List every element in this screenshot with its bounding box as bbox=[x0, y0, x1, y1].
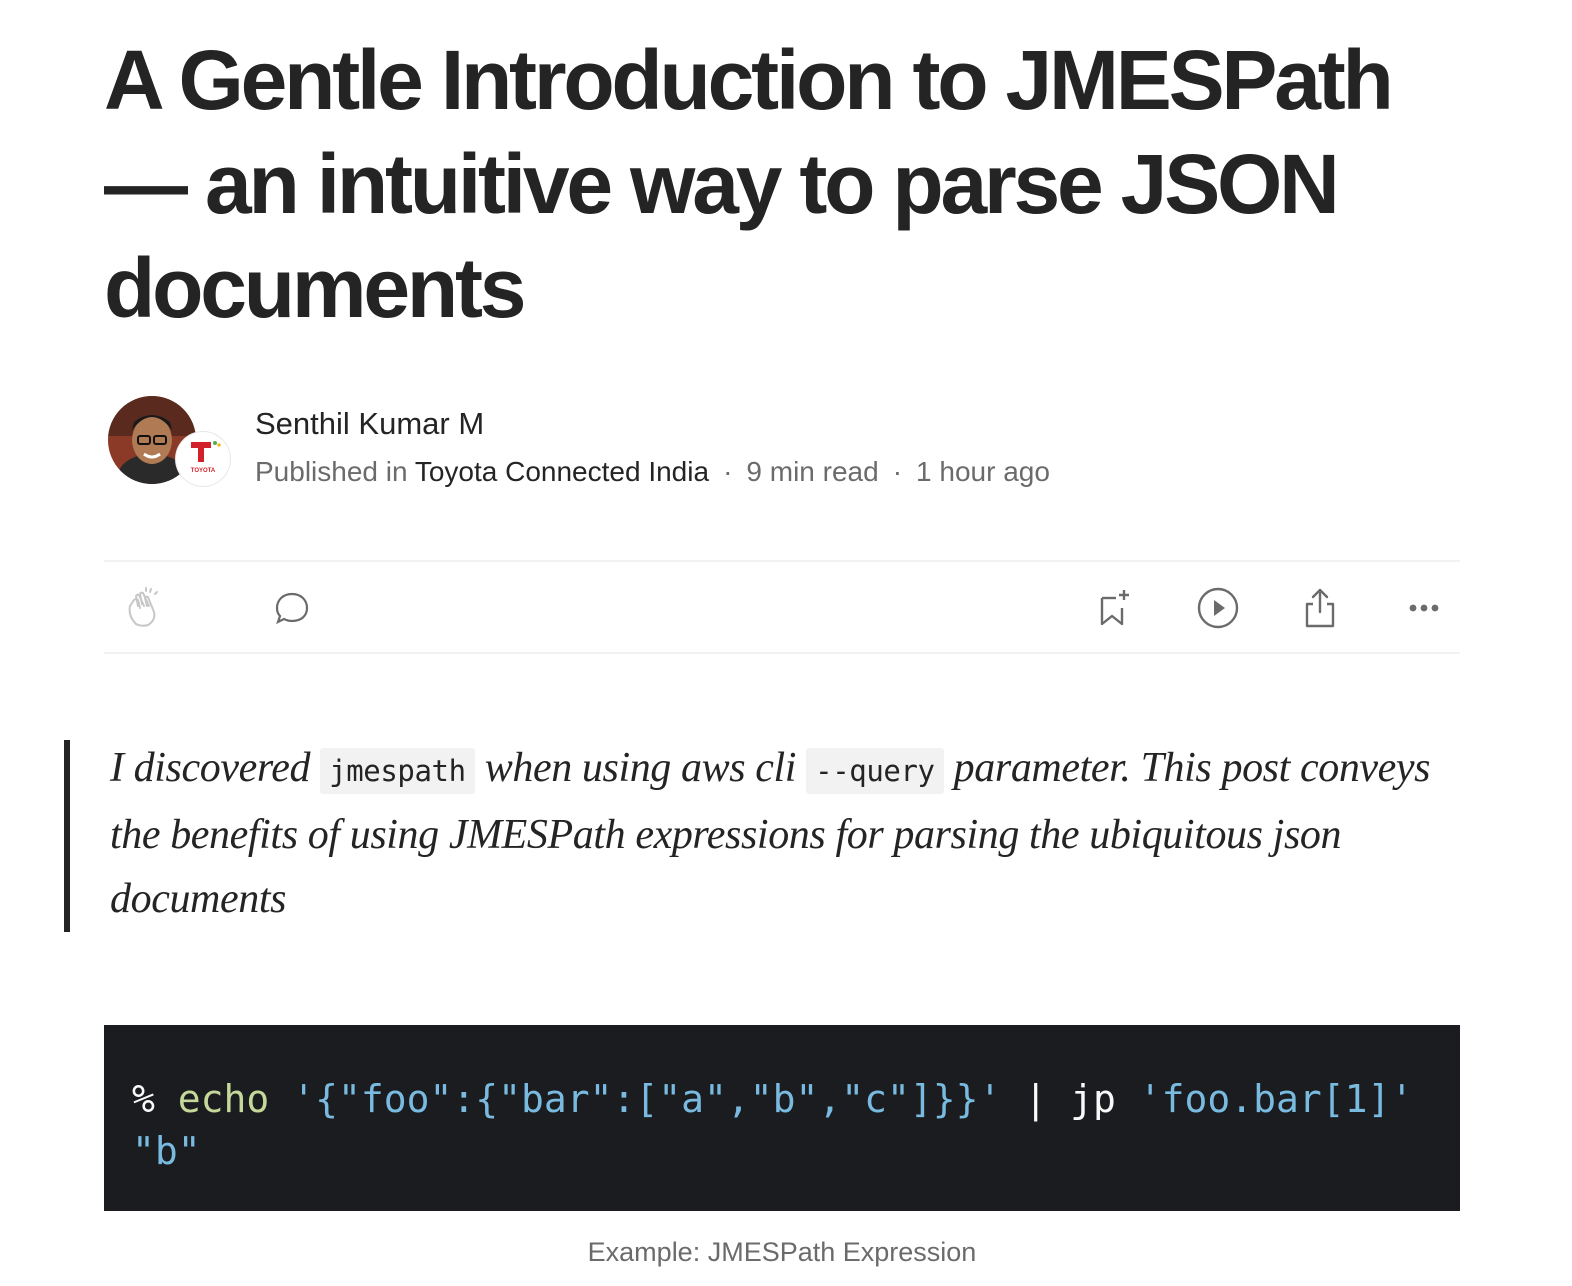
blockquote-bar bbox=[64, 740, 70, 932]
code-command: echo bbox=[177, 1077, 270, 1121]
publication-logo-text: TOYOTA bbox=[191, 468, 216, 474]
blockquote: I discovered jmespath when using aws cli… bbox=[64, 740, 1460, 932]
published-time: 1 hour ago bbox=[916, 456, 1050, 487]
code-tool: jp bbox=[1070, 1077, 1116, 1121]
share-button[interactable] bbox=[1296, 584, 1344, 632]
code-caption: Example: JMESPath Expression bbox=[587, 1237, 977, 1267]
publication-logo: TOYOTA bbox=[178, 434, 228, 484]
code-line-output: "b" bbox=[132, 1125, 201, 1177]
read-time: 9 min read bbox=[746, 456, 879, 487]
code-line-command: % echo '{"foo":{"bar":["a","b","c"]}}' |… bbox=[132, 1073, 1413, 1125]
author-name[interactable]: Senthil Kumar M bbox=[255, 404, 484, 444]
save-button[interactable] bbox=[1090, 584, 1138, 632]
listen-button[interactable] bbox=[1194, 584, 1242, 632]
code-json-argument: '{"foo":{"bar":["a","b","c"]}}' bbox=[292, 1077, 1002, 1121]
publication-link[interactable]: Toyota Connected India bbox=[415, 456, 709, 487]
comment-button[interactable] bbox=[268, 584, 316, 632]
quote-text-part: I discovered bbox=[110, 745, 321, 791]
inline-code: --query bbox=[806, 748, 944, 794]
article-meta: Published in Toyota Connected India · 9 mi… bbox=[255, 452, 1050, 492]
more-icon bbox=[1409, 604, 1439, 612]
play-icon bbox=[1197, 587, 1239, 629]
inline-code: jmespath bbox=[320, 748, 475, 794]
clap-icon bbox=[128, 587, 158, 627]
blockquote-text: I discovered jmespath when using aws cli… bbox=[110, 736, 1460, 931]
code-prompt: % bbox=[132, 1077, 155, 1121]
action-bar bbox=[104, 560, 1460, 654]
clap-button[interactable] bbox=[120, 584, 168, 632]
comment-icon bbox=[275, 592, 309, 625]
code-block: % echo '{"foo":{"bar":["a","b","c"]}}' |… bbox=[104, 1025, 1460, 1211]
article-title: A Gentle Introduction to JMESPath — an i… bbox=[104, 33, 1394, 335]
meta-separator: · bbox=[723, 456, 733, 487]
bookmark-add-icon bbox=[1100, 590, 1129, 626]
code-expression: 'foo.bar[1]' bbox=[1138, 1077, 1414, 1121]
code-pipe: | bbox=[1024, 1077, 1048, 1121]
meta-separator: · bbox=[892, 456, 903, 487]
share-icon bbox=[1305, 588, 1335, 628]
more-button[interactable] bbox=[1400, 584, 1448, 632]
publication-badge[interactable]: TOYOTA bbox=[176, 432, 230, 486]
published-prefix: Published in bbox=[255, 456, 408, 487]
code-output: "b" bbox=[132, 1129, 201, 1173]
author-block: TOYOTA Senthil Kumar M Published in Toyo… bbox=[104, 396, 1460, 496]
quote-text-part: when using aws cli bbox=[474, 745, 807, 791]
